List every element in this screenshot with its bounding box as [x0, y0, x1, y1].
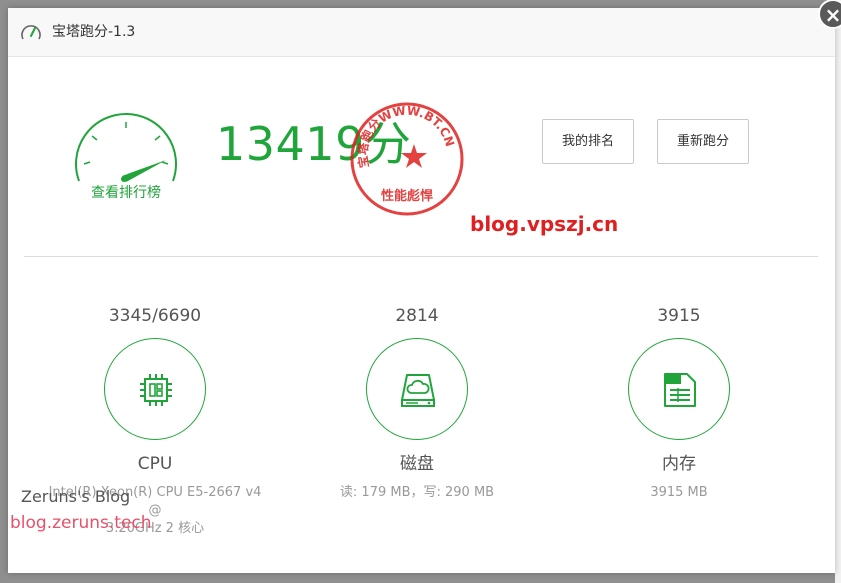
speedometer-icon [21, 25, 41, 40]
dialog-header: 宝塔跑分-1.3 [8, 8, 835, 57]
score-gauge-icon[interactable] [70, 106, 182, 186]
watermark-blog-url: blog.zeruns.tech [10, 513, 152, 533]
benchmark-dialog: 宝塔跑分-1.3 查看排行榜 13419分 宝塔跑分WWW.BT.CN 性能彪悍… [8, 0, 841, 573]
memory-circle [628, 338, 730, 440]
svg-text:性能彪悍: 性能彪悍 [381, 188, 433, 204]
bt-seal-stamp: 宝塔跑分WWW.BT.CN 性能彪悍 [350, 102, 464, 216]
view-leaderboard-link[interactable]: 查看排行榜 [68, 182, 184, 202]
disk-score: 2814 [395, 306, 439, 326]
retest-button[interactable]: 重新跑分 [657, 119, 749, 164]
watermark-blog-name: Zeruns's Blog [21, 487, 131, 506]
cpu-circle [104, 338, 206, 440]
section-divider [24, 256, 818, 257]
metric-disk: 2814 磁盘 读: 179 MB，写: 290 MB [307, 304, 527, 502]
svg-text:宝塔跑分WWW.BT.CN: 宝塔跑分WWW.BT.CN [355, 103, 457, 169]
memory-label: 内存 [662, 454, 696, 474]
memory-score: 3915 [657, 306, 701, 326]
memory-detail: 3915 MB [650, 485, 708, 500]
background-page [835, 0, 841, 583]
disk-circle [366, 338, 468, 440]
watermark-site: blog.vpszj.cn [470, 212, 619, 236]
my-rank-button[interactable]: 我的排名 [542, 119, 634, 164]
cpu-chip-icon [140, 374, 172, 406]
disk-detail: 读: 179 MB，写: 290 MB [339, 485, 495, 500]
cpu-score: 3345/6690 [108, 306, 202, 326]
metric-memory: 3915 内存 3915 MB [569, 304, 789, 502]
dialog-title: 宝塔跑分-1.3 [52, 24, 136, 40]
disk-label: 磁盘 [400, 454, 434, 474]
memory-card-icon [664, 373, 696, 407]
close-button[interactable]: × [818, 0, 841, 29]
cpu-label: CPU [137, 454, 173, 474]
disk-cloud-icon [401, 374, 435, 407]
